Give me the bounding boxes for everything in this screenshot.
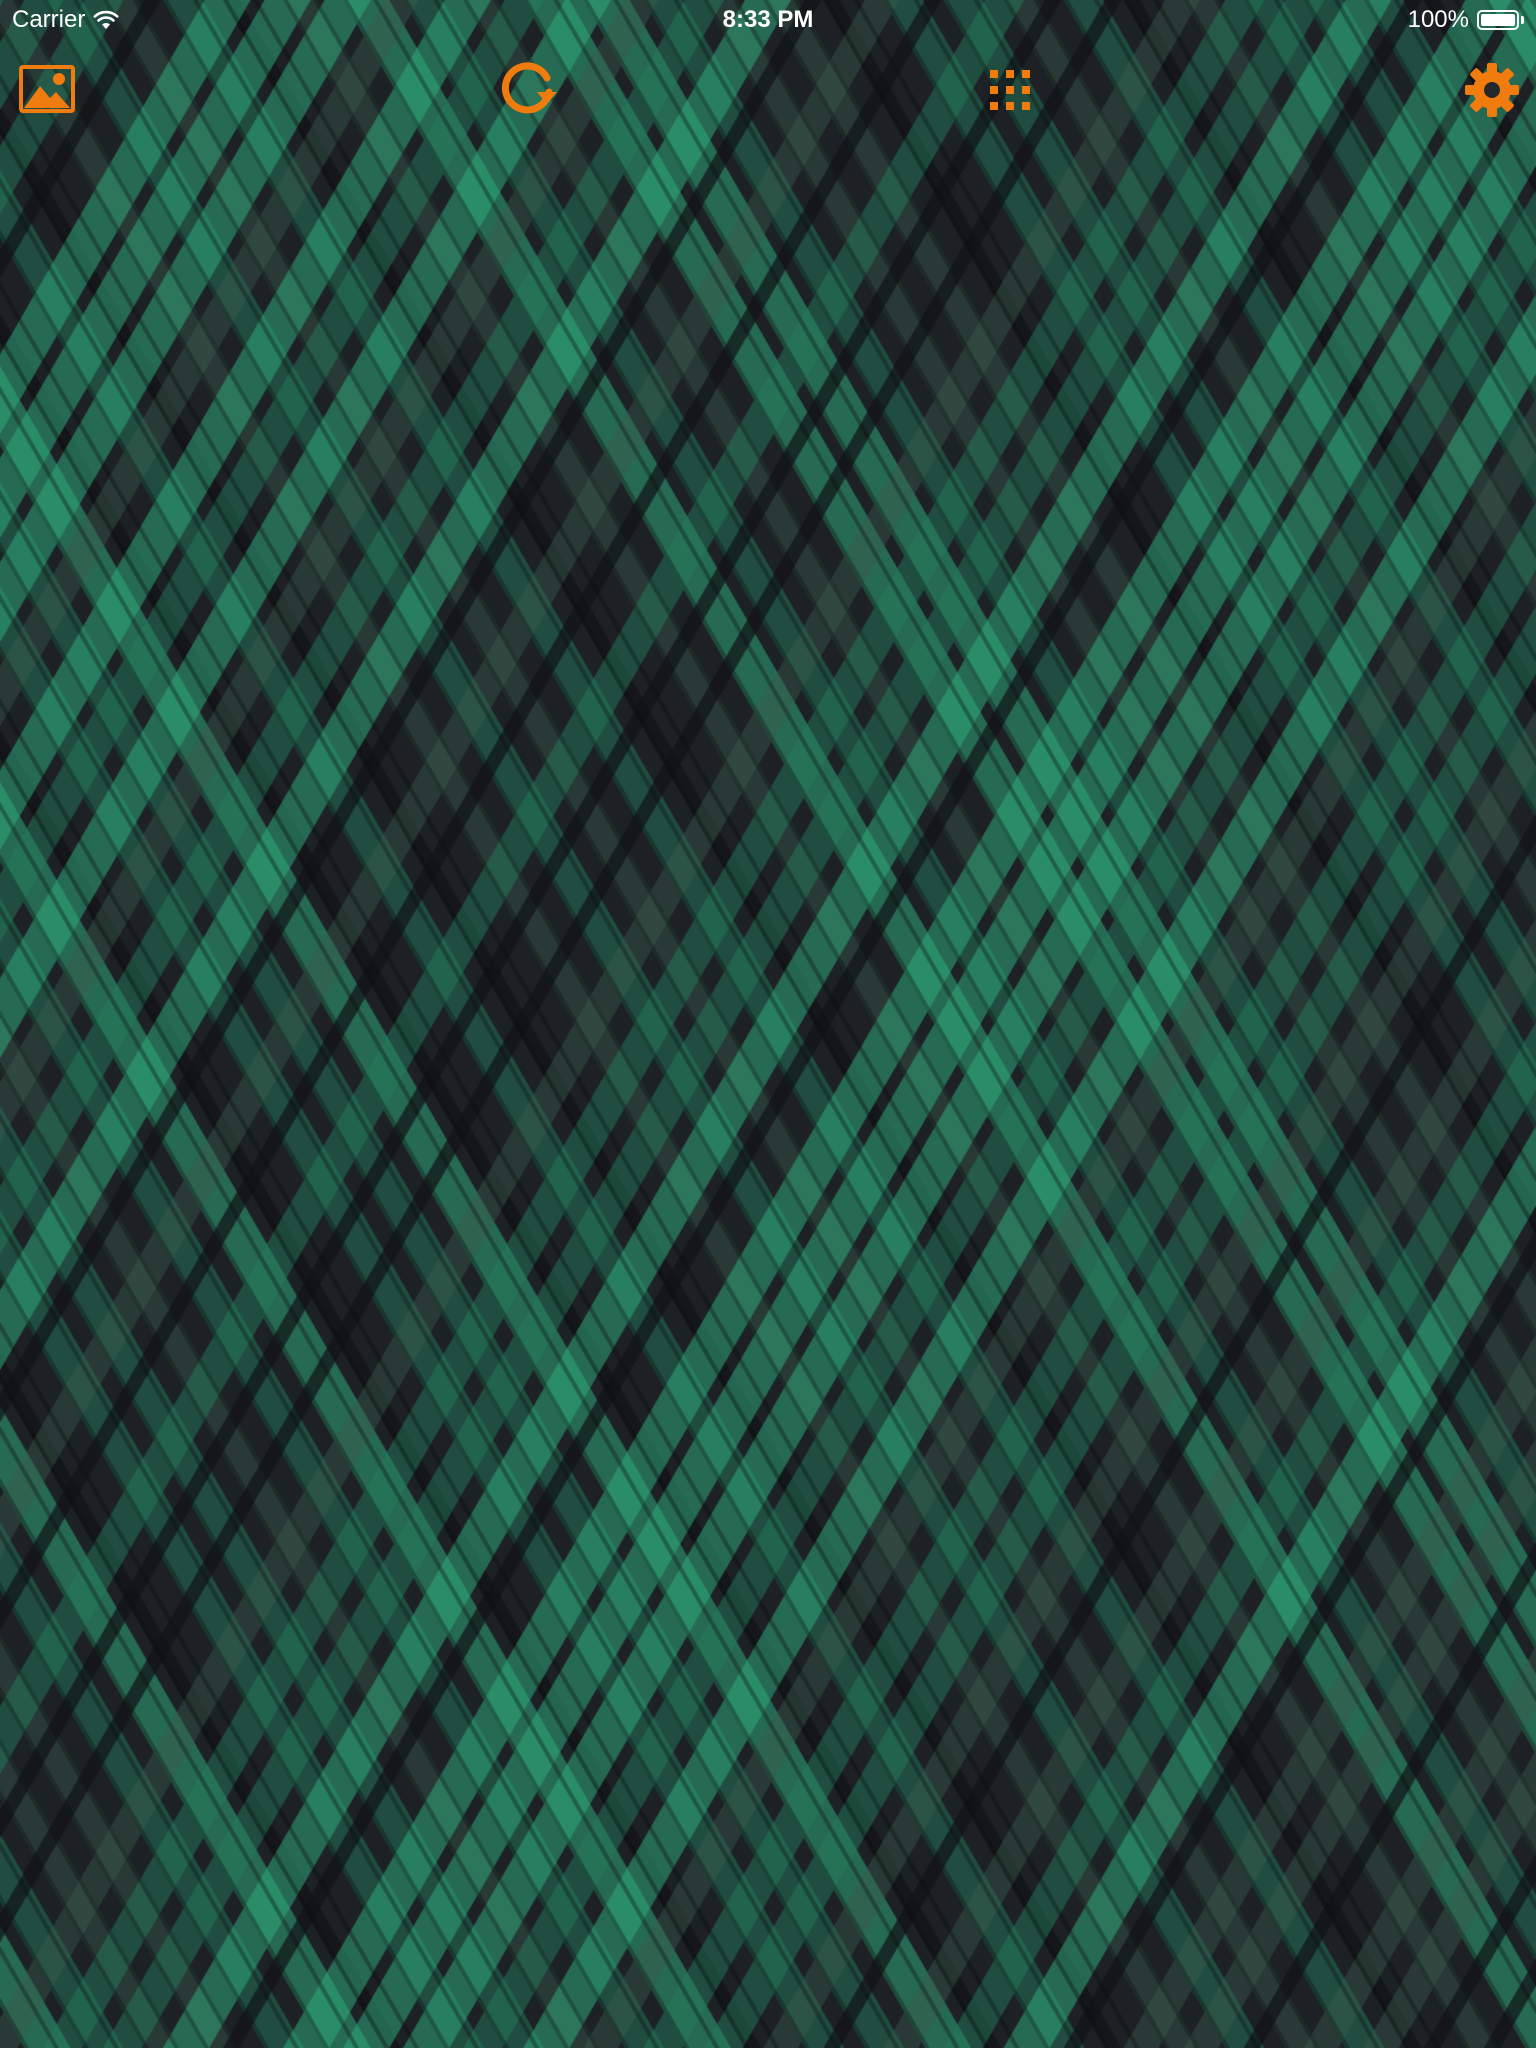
refresh-button[interactable] (493, 54, 563, 124)
status-bar: Carrier 8:33 PM 100% (0, 0, 1536, 40)
grid-button[interactable] (980, 60, 1040, 120)
battery-icon (1477, 10, 1519, 30)
refresh-icon (501, 62, 557, 114)
status-battery-group: 100% (1408, 6, 1524, 34)
gallery-image-icon (19, 65, 75, 113)
app-screen: Carrier 8:33 PM 100% (0, 0, 1536, 2048)
battery-fill (1481, 14, 1515, 26)
battery-tip (1521, 16, 1524, 24)
battery-percent: 100% (1407, 6, 1469, 33)
status-time: 8:33 PM (722, 6, 814, 33)
grid-icon (990, 70, 1030, 110)
settings-button[interactable] (1458, 56, 1526, 124)
gallery-button[interactable] (14, 58, 80, 120)
plaid-wallpaper-canvas (0, 0, 1536, 2048)
gear-icon (1465, 63, 1519, 117)
